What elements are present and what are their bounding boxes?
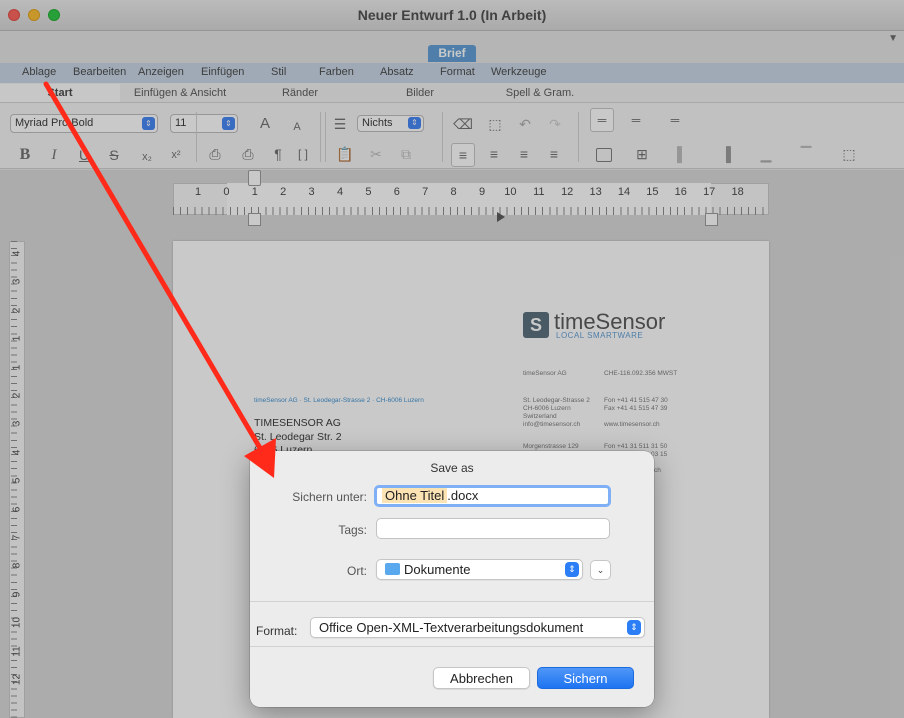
dialog-divider bbox=[250, 646, 654, 647]
popup-stepper-icon: ⇕ bbox=[565, 562, 579, 577]
save-button[interactable]: Sichern bbox=[537, 667, 634, 689]
cancel-button[interactable]: Abbrechen bbox=[433, 667, 530, 689]
popup-stepper-icon: ⇕ bbox=[627, 620, 641, 635]
format-value: Office Open-XML-Textverarbeitungsdokumen… bbox=[319, 620, 584, 635]
folder-icon bbox=[385, 563, 400, 575]
format-popup[interactable]: Office Open-XML-Textverarbeitungsdokumen… bbox=[310, 617, 645, 638]
filename-selected-text: Ohne Titel bbox=[382, 488, 448, 503]
filename-input[interactable]: Ohne Titel .docx bbox=[374, 485, 611, 507]
save-as-label: Sichern unter: bbox=[292, 490, 367, 504]
format-label: Format: bbox=[256, 624, 298, 638]
dialog-divider bbox=[250, 601, 654, 602]
tags-input[interactable] bbox=[376, 518, 610, 539]
location-label: Ort: bbox=[347, 564, 367, 578]
expand-browser-button[interactable]: ⌄ bbox=[590, 560, 611, 580]
dialog-title: Save as bbox=[430, 461, 474, 475]
tags-label: Tags: bbox=[338, 523, 367, 537]
location-value: Dokumente bbox=[404, 562, 471, 577]
location-popup[interactable]: Dokumente ⇕ bbox=[376, 559, 583, 580]
filename-extension: .docx bbox=[447, 488, 479, 503]
